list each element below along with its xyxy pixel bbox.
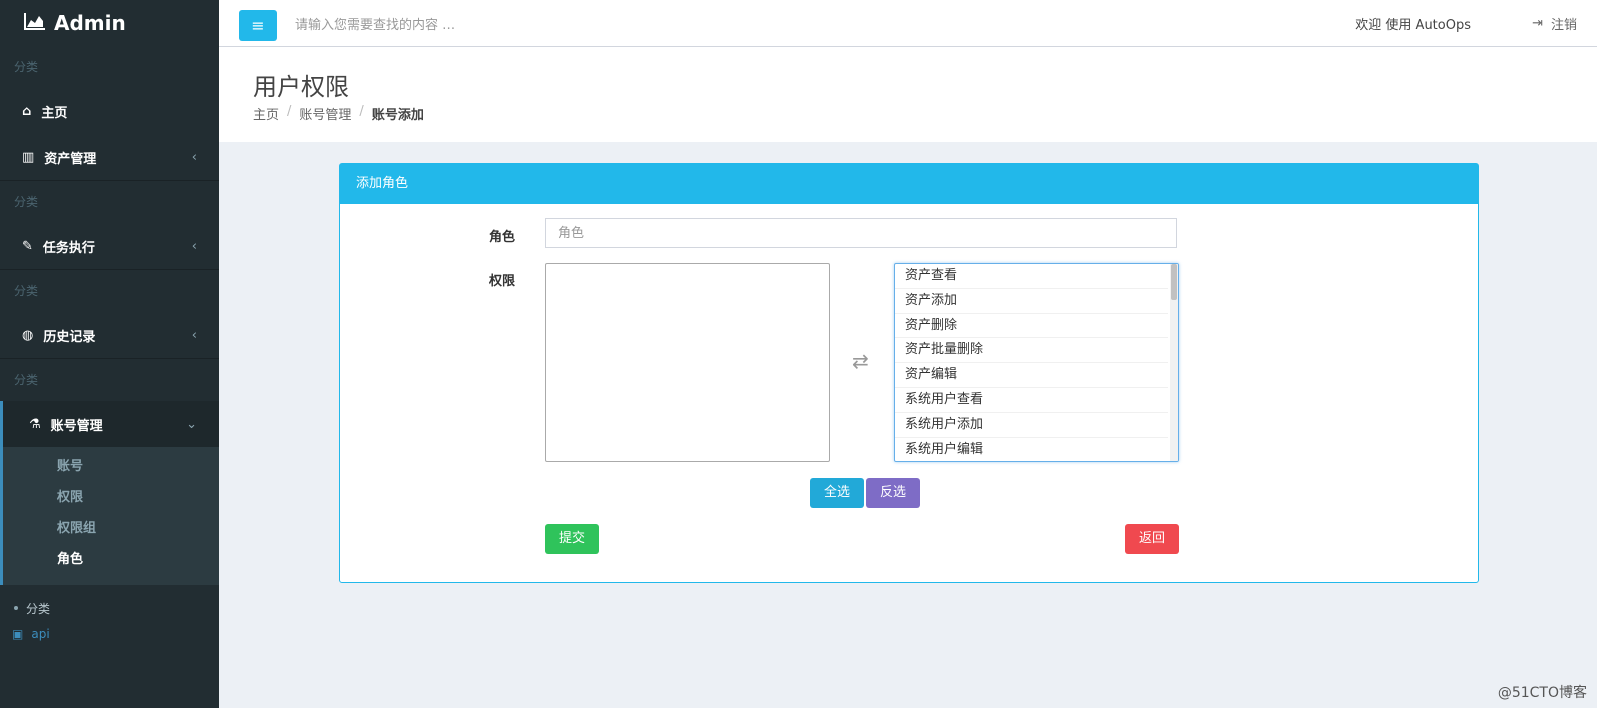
breadcrumb-separator: /	[359, 104, 364, 119]
breadcrumb-current: 账号添加	[371, 108, 424, 123]
edit-icon: ✎	[22, 238, 33, 254]
sidebar-category: 分类	[0, 46, 219, 88]
list-item[interactable]: 资产删除	[895, 314, 1168, 339]
list-item[interactable]: 系统用户添加	[895, 413, 1168, 438]
selected-permissions-list[interactable]	[545, 263, 830, 462]
sidebar-item-history[interactable]: ◍ 历史记录 ‹	[0, 312, 219, 358]
sidebar-item-assets[interactable]: ▥ 资产管理 ‹	[0, 134, 219, 180]
sidebar-bottom: 分类 ▣ api	[0, 585, 219, 657]
sidebar-category: 分类	[0, 359, 219, 401]
sidebar-category: 分类	[0, 270, 219, 312]
list-item[interactable]: 资产添加	[895, 289, 1168, 314]
sidebar-category: 分类	[0, 181, 219, 223]
bar-chart-icon: ▥	[22, 149, 35, 165]
page-title: 用户权限	[253, 73, 349, 101]
role-label: 角色	[489, 230, 516, 245]
image-icon: ▣	[12, 627, 24, 641]
welcome-text: 欢迎 使用 AutoOps	[1355, 18, 1471, 33]
sidebar-toggle-button[interactable]: ≡	[239, 10, 277, 41]
list-item[interactable]: 系统用户查看	[895, 388, 1168, 413]
sidebar-item-accounts[interactable]: ⚗ 账号管理 ⌄	[3, 401, 219, 447]
area-chart-icon	[24, 11, 46, 35]
available-permissions-list[interactable]: 资产查看 资产添加 资产删除 资产批量删除 资产编辑 系统用户查看 系统用户添加…	[894, 263, 1179, 462]
list-item[interactable]: 资产批量删除	[895, 338, 1168, 364]
list-item[interactable]: 资产编辑	[895, 363, 1168, 388]
home-icon: ⌂	[22, 103, 32, 119]
flask-icon: ⚗	[29, 416, 41, 432]
sidebar-item-home[interactable]: ⌂ 主页	[0, 88, 219, 134]
watermark: @51CTO博客	[1497, 685, 1587, 701]
role-input[interactable]	[545, 218, 1177, 248]
bottom-category: 分类	[12, 595, 207, 621]
chevron-left-icon: ‹	[191, 327, 197, 343]
chevron-left-icon: ‹	[191, 238, 197, 254]
list-item[interactable]: 系统用户编辑	[895, 438, 1168, 461]
sidebar-subitem-role[interactable]: 角色	[3, 544, 219, 575]
sign-out-icon: ⇥	[1532, 16, 1543, 31]
brand-title: Admin	[54, 11, 126, 35]
sidebar-subitem-permission[interactable]: 权限	[3, 482, 219, 513]
back-button[interactable]: 返回	[1125, 524, 1179, 554]
permission-label: 权限	[489, 274, 516, 289]
sidebar-active-group: ⚗ 账号管理 ⌄ 账号 权限 权限组 角色	[0, 401, 219, 585]
list-item[interactable]: 资产查看	[895, 264, 1168, 289]
search-input[interactable]: 请输入您需要查找的内容 …	[295, 14, 455, 33]
logout-link[interactable]: ⇥ 注销	[1532, 14, 1577, 33]
hamburger-icon: ≡	[251, 16, 265, 35]
exchange-icon[interactable]: ⇄	[852, 349, 869, 373]
chevron-left-icon: ‹	[191, 149, 197, 165]
select-all-button[interactable]: 全选	[810, 478, 864, 508]
chevron-down-icon: ⌄	[186, 416, 197, 432]
submit-button[interactable]: 提交	[545, 524, 599, 554]
invert-selection-button[interactable]: 反选	[866, 478, 920, 508]
sidebar-submenu: 账号 权限 权限组 角色	[3, 447, 219, 585]
bottom-api-link[interactable]: ▣ api	[12, 621, 207, 647]
bullet-icon	[14, 606, 18, 610]
breadcrumb-home[interactable]: 主页	[253, 104, 279, 123]
topbar: ≡ 请输入您需要查找的内容 … 欢迎 使用 AutoOps ⇥ 注销	[219, 0, 1597, 47]
content-header: 用户权限 主页 / 账号管理 / 账号添加	[219, 47, 1597, 142]
sidebar-subitem-account[interactable]: 账号	[3, 451, 219, 482]
sidebar-subitem-permission-group[interactable]: 权限组	[3, 513, 219, 544]
breadcrumb-accounts[interactable]: 账号管理	[299, 104, 351, 123]
sidebar-item-tasks[interactable]: ✎ 任务执行 ‹	[0, 223, 219, 269]
compass-icon: ◍	[22, 327, 34, 343]
brand[interactable]: Admin	[0, 0, 219, 46]
sidebar: Admin 分类 ⌂ 主页 ▥ 资产管理 ‹ 分类 ✎ 任务执行 ‹ 分类 ◍ 历史记录…	[0, 0, 219, 708]
breadcrumb-separator: /	[287, 104, 292, 119]
scrollbar-thumb[interactable]	[1171, 264, 1177, 300]
breadcrumb: 主页 / 账号管理 / 账号添加	[253, 104, 424, 123]
scrollbar[interactable]	[1170, 264, 1178, 461]
panel-title: 添加角色	[340, 164, 1478, 204]
add-role-panel: 添加角色 角色 权限 ⇄ 资产查看 资产添加 资产删除 资产批量删除 资产编辑 …	[339, 163, 1479, 583]
